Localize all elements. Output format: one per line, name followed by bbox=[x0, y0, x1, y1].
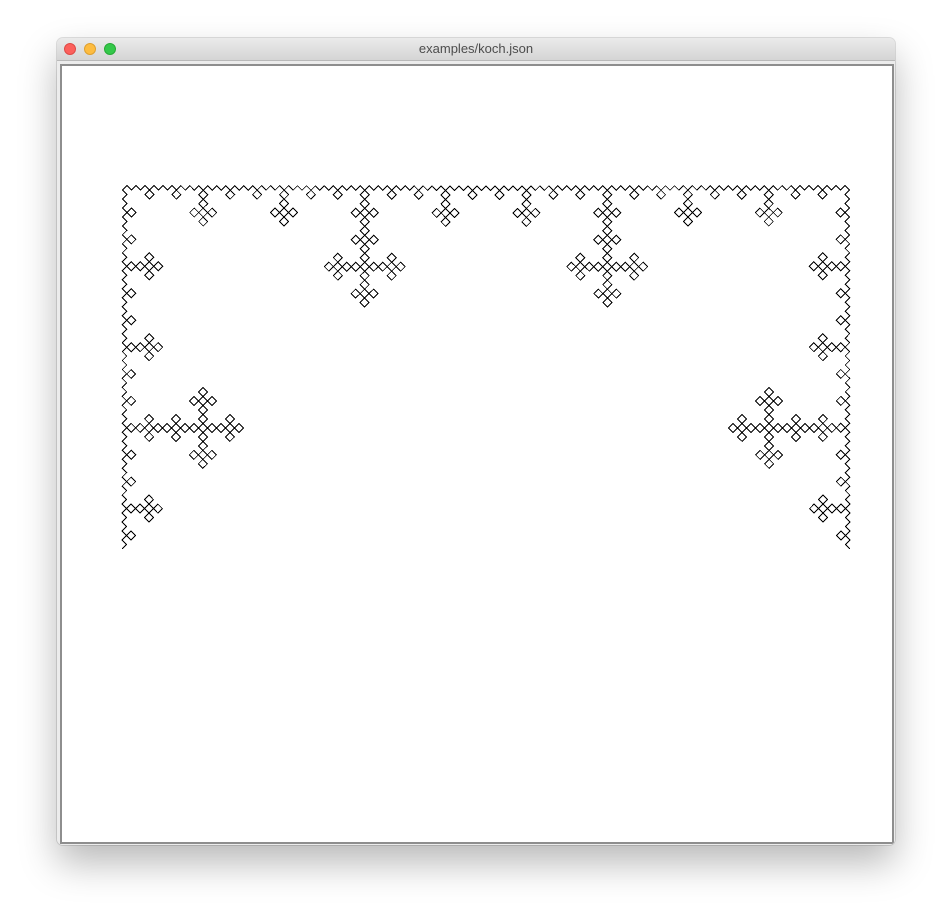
window-content bbox=[57, 61, 895, 845]
title-bar[interactable]: examples/koch.json bbox=[57, 38, 895, 61]
app-window: examples/koch.json bbox=[57, 38, 895, 845]
koch-fractal-drawing bbox=[121, 184, 851, 550]
drawing-canvas bbox=[60, 64, 894, 844]
fractal-path bbox=[121, 184, 851, 550]
window-title: examples/koch.json bbox=[418, 41, 534, 56]
